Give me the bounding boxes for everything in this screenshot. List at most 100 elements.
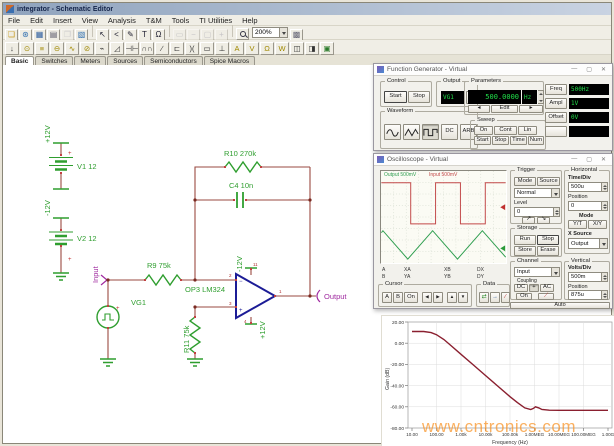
- fg-offset-button[interactable]: Offset: [545, 112, 567, 123]
- trigger-level-input[interactable]: 0: [514, 207, 560, 217]
- coupling-zero-button[interactable]: +: [529, 284, 539, 292]
- dc-button[interactable]: DC: [441, 124, 458, 140]
- storage-erase-button[interactable]: Erase: [537, 246, 559, 256]
- tab-sources[interactable]: Sources: [107, 56, 143, 65]
- fg-prev-digit-button[interactable]: ◂: [468, 105, 490, 113]
- spinner-arrows-icon[interactable]: [538, 91, 543, 103]
- fg-stop-button[interactable]: Stop: [408, 91, 430, 103]
- ohmmeter-button[interactable]: Ω: [260, 42, 274, 55]
- fg-sweep-cont-button[interactable]: Cont: [494, 126, 517, 135]
- coupling-ac-button[interactable]: AC: [540, 284, 554, 292]
- mode-yt-button[interactable]: Y/T: [568, 220, 587, 229]
- fg-sweep-lin-button[interactable]: Lin: [518, 126, 537, 135]
- voltage-pin-button[interactable]: ⊙: [20, 42, 34, 55]
- switch-button[interactable]: ∕: [155, 42, 169, 55]
- signal-analyzer-button[interactable]: ◨: [305, 42, 319, 55]
- fg-next-digit-button[interactable]: ▸: [519, 105, 543, 113]
- fg-sweep-time-button[interactable]: Time: [510, 136, 527, 145]
- storage-store-button[interactable]: Store: [514, 246, 536, 256]
- maximize-icon[interactable]: ▢: [586, 66, 592, 73]
- square-wave-button[interactable]: [422, 124, 439, 140]
- trigger-rising-edge-button[interactable]: ↗: [522, 217, 535, 225]
- fg-sweep-stop-button[interactable]: Stop: [492, 136, 509, 145]
- potentiometer-button[interactable]: ◿: [110, 42, 124, 55]
- voltsdiv-input[interactable]: 500m: [568, 272, 608, 282]
- cursor-right-button[interactable]: ▶: [433, 292, 443, 303]
- fuse-button[interactable]: ▭: [200, 42, 214, 55]
- tab-basic[interactable]: Basic: [5, 56, 34, 65]
- channel-slope-button[interactable]: ⟋: [538, 293, 554, 300]
- close-icon[interactable]: ✕: [601, 66, 606, 73]
- fg-frequency-spinner[interactable]: [538, 90, 544, 104]
- macro-button[interactable]: ▣: [320, 42, 334, 55]
- timediv-input[interactable]: 500u: [568, 182, 608, 192]
- cursor-left-button[interactable]: ◀: [422, 292, 432, 303]
- chevron-down-icon[interactable]: [551, 189, 559, 197]
- minimize-icon[interactable]: —: [571, 66, 577, 73]
- function-generator-titlebar[interactable]: Function Generator - Virtual — ▢ ✕: [374, 64, 612, 76]
- voltage-source-button[interactable]: ⊖: [50, 42, 64, 55]
- zoom-level-select[interactable]: 200%: [252, 27, 288, 38]
- tab-semiconductors[interactable]: Semiconductors: [144, 56, 203, 65]
- transformer-button[interactable]: )(: [185, 42, 199, 55]
- capacitor-button[interactable]: ⊣⊢: [125, 42, 139, 55]
- wattmeter-button[interactable]: W: [275, 42, 289, 55]
- sine-wave-button[interactable]: [384, 124, 401, 140]
- data-export-plot-button[interactable]: ∕: [501, 292, 510, 303]
- cursor-down-button[interactable]: ▼: [458, 292, 468, 303]
- spinner-arrows-icon[interactable]: [553, 208, 559, 216]
- spinner-arrows-icon[interactable]: [601, 202, 607, 210]
- current-generator-button[interactable]: ⊘: [80, 42, 94, 55]
- trigger-source-button[interactable]: Source: [537, 177, 560, 186]
- cursor-on-button[interactable]: On: [404, 292, 418, 303]
- v-position-input[interactable]: 875u: [568, 290, 608, 300]
- oscilloscope-icon-button[interactable]: ◫: [290, 42, 304, 55]
- spinner-arrows-icon[interactable]: [601, 273, 607, 281]
- data-export-curves-button[interactable]: ⇄: [479, 292, 489, 303]
- channel-select[interactable]: Input: [514, 267, 560, 277]
- battery-button[interactable]: ≡: [35, 42, 49, 55]
- scope-auto-button[interactable]: Auto: [510, 302, 610, 309]
- spinner-arrows-icon[interactable]: [601, 291, 607, 299]
- trigger-mode-button[interactable]: Mode: [514, 177, 536, 186]
- trigger-mode-select[interactable]: Normal: [514, 188, 560, 198]
- fg-blank-button[interactable]: [545, 126, 567, 137]
- close-icon[interactable]: ✕: [601, 156, 606, 163]
- resistor-button[interactable]: ⌁: [95, 42, 109, 55]
- fg-start-button[interactable]: Start: [384, 91, 407, 103]
- triangle-wave-button[interactable]: [403, 124, 420, 140]
- oscilloscope-titlebar[interactable]: Oscilloscope - Virtual — ▢ ✕: [374, 154, 612, 166]
- cursor-b-button[interactable]: B: [393, 292, 403, 303]
- fg-sweep-num-button[interactable]: Num: [528, 136, 544, 145]
- relay-button[interactable]: ⊏: [170, 42, 184, 55]
- h-position-input[interactable]: 0: [568, 201, 608, 211]
- ammeter-button[interactable]: A: [230, 42, 244, 55]
- fg-freq-button[interactable]: Freq: [545, 84, 567, 95]
- data-export-table-button[interactable]: →: [490, 292, 500, 303]
- spinner-arrows-icon[interactable]: [601, 183, 607, 191]
- voltage-generator-button[interactable]: ∿: [65, 42, 79, 55]
- wire-button[interactable]: ↓: [5, 42, 19, 55]
- tab-meters[interactable]: Meters: [74, 56, 106, 65]
- minimize-icon[interactable]: —: [571, 156, 577, 163]
- trigger-falling-edge-button[interactable]: ↘: [537, 217, 550, 225]
- cursor-up-button[interactable]: ▲: [447, 292, 457, 303]
- maximize-icon[interactable]: ▢: [586, 156, 592, 163]
- channel-on-button[interactable]: On: [516, 293, 532, 300]
- tab-switches[interactable]: Switches: [35, 56, 73, 65]
- storage-run-button[interactable]: Run: [514, 235, 536, 245]
- storage-stop-button[interactable]: Stop: [537, 235, 559, 245]
- cursor-a-button[interactable]: A: [382, 292, 392, 303]
- voltmeter-button[interactable]: V: [245, 42, 259, 55]
- chevron-down-icon[interactable]: [551, 268, 559, 276]
- fg-edit-button[interactable]: Edit: [491, 105, 518, 113]
- fg-sweep-on-button[interactable]: On: [474, 126, 493, 135]
- mode-xy-button[interactable]: X/Y: [588, 220, 607, 229]
- chevron-down-icon[interactable]: [279, 28, 287, 37]
- fg-sweep-start-button[interactable]: Start: [474, 136, 491, 145]
- inductor-button[interactable]: ∩∩: [140, 42, 154, 55]
- xsource-select[interactable]: Output: [568, 238, 608, 249]
- tab-spice-macros[interactable]: Spice Macros: [204, 56, 255, 65]
- coupling-dc-button[interactable]: DC: [514, 284, 528, 292]
- fg-ampl-button[interactable]: Ampl: [545, 98, 567, 109]
